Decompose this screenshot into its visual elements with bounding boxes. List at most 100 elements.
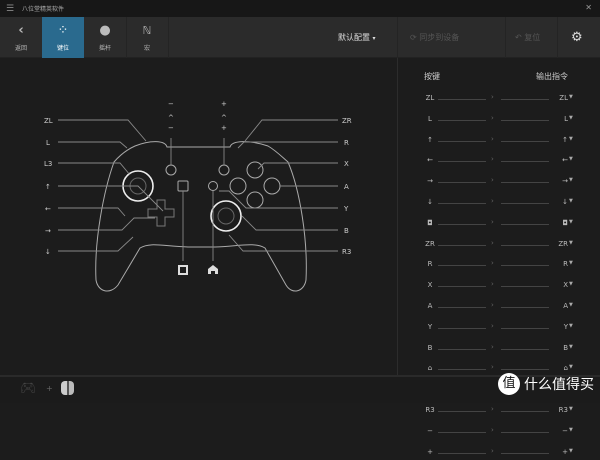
tab-keys[interactable]: ⁘ 键位 xyxy=(42,17,84,58)
input-key: + xyxy=(427,447,433,456)
mapping-row: R3 › R3 ▼ xyxy=(398,404,600,418)
chevron-right-icon: › xyxy=(491,217,494,226)
label-r: R xyxy=(344,139,349,147)
dropdown-icon[interactable]: ▼ xyxy=(569,302,573,308)
dropdown-icon[interactable]: ▼ xyxy=(569,240,573,246)
connector-line xyxy=(438,140,486,142)
title-bar: ☰ 八位堂精英软件 ✕ xyxy=(0,0,600,17)
mapping-row: A › A ▼ xyxy=(398,300,600,314)
chevron-right-icon: › xyxy=(491,363,494,372)
output-select[interactable]: A xyxy=(550,302,568,310)
dropdown-icon[interactable]: ▼ xyxy=(569,344,573,350)
connector-line xyxy=(438,203,486,204)
menu-icon[interactable]: ☰ xyxy=(6,4,16,14)
output-select[interactable]: B xyxy=(550,344,568,352)
connector-line xyxy=(438,99,486,100)
dropdown-icon[interactable]: ▼ xyxy=(569,427,573,433)
dropdown-icon[interactable]: ▼ xyxy=(569,156,573,162)
output-select[interactable]: + xyxy=(550,448,568,456)
connector-line xyxy=(438,182,486,184)
output-select[interactable]: R xyxy=(550,260,568,268)
output-select[interactable]: X xyxy=(550,281,568,289)
output-select[interactable]: ↓ xyxy=(550,198,568,206)
input-key: ⌂ xyxy=(427,364,433,373)
sync-icon: ⟳ xyxy=(410,33,417,42)
dropdown-icon[interactable]: ▼ xyxy=(569,177,573,183)
buttons-icon: ⁘ xyxy=(57,23,69,38)
output-select[interactable]: L xyxy=(550,115,568,123)
output-select[interactable]: ← xyxy=(550,156,568,164)
label-l3: L3 xyxy=(44,160,52,168)
back-button[interactable]: ‹ 返回 xyxy=(0,17,42,58)
dropdown-icon[interactable]: ▼ xyxy=(569,219,573,225)
capture-icon xyxy=(178,265,188,275)
settings-button[interactable]: ⚙ xyxy=(571,17,583,58)
output-select[interactable]: ⌂ xyxy=(550,364,568,372)
dropdown-icon[interactable]: ▼ xyxy=(569,406,573,412)
mapping-row: L › L ▼ xyxy=(398,113,600,127)
dropdown-icon[interactable]: ▼ xyxy=(569,136,573,142)
mapping-row: ↑ › ↑ ▼ xyxy=(398,134,600,148)
dropdown-icon[interactable]: ▼ xyxy=(569,323,573,329)
output-select[interactable]: → xyxy=(550,177,568,185)
input-key: A xyxy=(427,302,433,310)
label-r3: R3 xyxy=(342,248,351,256)
controller-diagram: ZL L L3 ↑ ← → ↓ ZR R X A Y B R3 − ^ − + … xyxy=(0,58,397,375)
dropdown-icon[interactable]: ▼ xyxy=(569,115,573,121)
gamepad-icon[interactable]: 🎮︎ xyxy=(20,381,37,396)
connector-line xyxy=(501,327,549,329)
minus-symbol: − xyxy=(168,124,174,132)
output-select[interactable]: ◘ xyxy=(550,219,568,227)
input-key: Y xyxy=(427,322,433,331)
output-select[interactable]: ZR xyxy=(550,240,568,248)
chevron-right-icon: › xyxy=(491,405,494,413)
input-key: ↑ xyxy=(427,135,433,144)
output-select[interactable]: ↑ xyxy=(550,136,568,144)
dropdown-icon[interactable]: ▼ xyxy=(569,364,573,370)
connector-line xyxy=(438,348,486,350)
dropdown-icon[interactable]: ▼ xyxy=(569,281,573,287)
input-key: R3 xyxy=(425,406,435,414)
input-key: R xyxy=(427,260,433,269)
chevron-right-icon: › xyxy=(491,197,494,205)
tab-macro[interactable]: ℕ宏 xyxy=(126,17,168,58)
connector-line xyxy=(501,223,549,225)
connector-line xyxy=(501,119,549,121)
chevron-right-icon: › xyxy=(491,425,494,434)
joycon-icon[interactable] xyxy=(61,381,74,395)
close-icon[interactable]: ✕ xyxy=(585,3,592,12)
controller-outline xyxy=(95,141,307,292)
mapping-row: − › − ▼ xyxy=(398,425,600,439)
dropdown-icon[interactable]: ▼ xyxy=(569,198,573,204)
profile-select[interactable]: 默认配置 ▾ xyxy=(338,17,376,58)
chevron-right-icon: › xyxy=(491,155,494,164)
output-select[interactable]: R3 xyxy=(550,406,568,414)
dropdown-icon[interactable]: ▼ xyxy=(569,448,573,454)
connector-line xyxy=(501,452,549,454)
connector-line xyxy=(501,244,549,246)
sync-button[interactable]: ⟳ 同步到设备 xyxy=(410,17,459,58)
output-select[interactable]: − xyxy=(550,427,568,435)
minus-symbol: ^ xyxy=(168,114,174,122)
app-title: 八位堂精英软件 xyxy=(22,6,65,13)
reset-button[interactable]: ↶ 复位 xyxy=(515,17,540,58)
chevron-down-icon: ▾ xyxy=(372,35,376,42)
label-a: A xyxy=(344,183,349,191)
dropdown-icon[interactable]: ▼ xyxy=(569,260,573,266)
mapping-row: ZL › ZL ▼ xyxy=(398,92,600,106)
mapping-row: ↓ › ↓ ▼ xyxy=(398,196,600,210)
input-key: − xyxy=(427,426,433,435)
gear-icon: ⚙ xyxy=(571,30,583,45)
watermark-text: 什么值得买 xyxy=(524,377,594,393)
input-key: X xyxy=(427,281,433,290)
dropdown-icon[interactable]: ▼ xyxy=(569,94,573,100)
connector-line xyxy=(501,182,549,184)
output-select[interactable]: ZL xyxy=(550,94,568,102)
header-input: 按键 xyxy=(424,72,440,81)
plus-symbol: + xyxy=(221,124,227,132)
chevron-right-icon: › xyxy=(491,259,494,268)
output-select[interactable]: Y xyxy=(550,323,568,331)
joystick-icon: ● xyxy=(99,23,111,38)
tab-stick[interactable]: ● 摇杆 xyxy=(84,17,126,58)
plus-symbol: ^ xyxy=(221,114,227,122)
